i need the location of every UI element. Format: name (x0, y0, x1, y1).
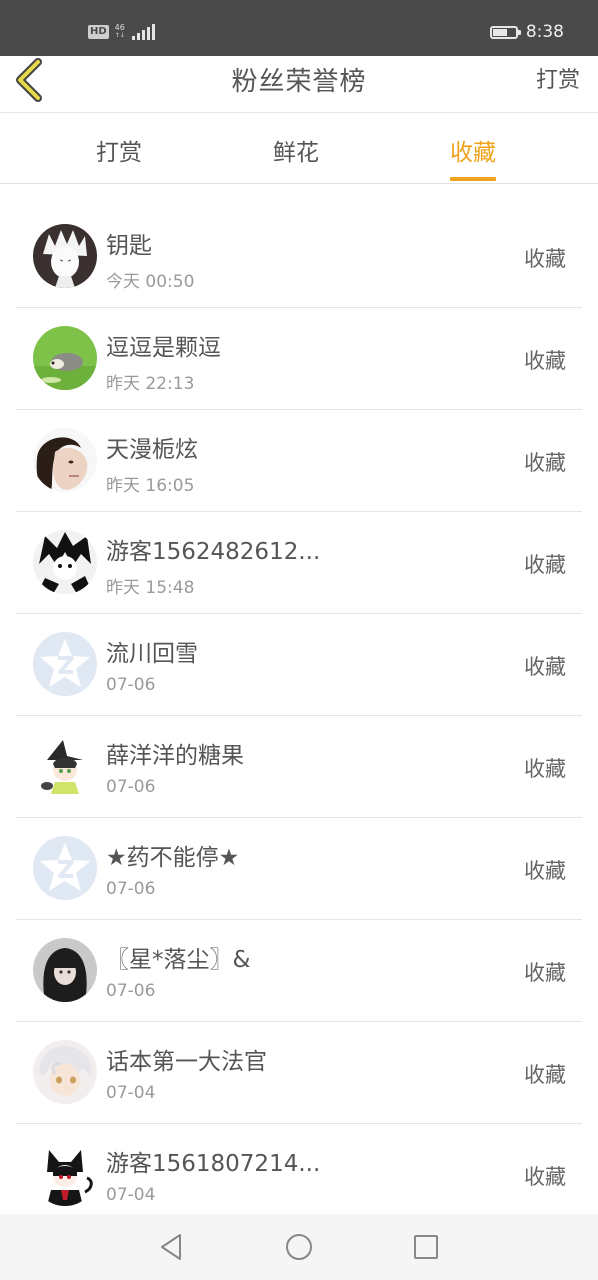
chibi-witch-avatar-icon (33, 734, 97, 798)
timestamp: 今天 00:50 (106, 272, 195, 292)
user-name: 〖星*落尘〗& (106, 947, 251, 973)
avatar (33, 224, 97, 288)
battery-level (492, 28, 507, 36)
user-name: 话本第一大法官 (106, 1049, 267, 1075)
user-name: 天漫栀炫 (106, 437, 198, 463)
timestamp: 昨天 22:13 (106, 374, 195, 394)
page-title: 粉丝荣誉榜 (231, 67, 367, 97)
action-type: 收藏 (524, 247, 566, 271)
action-type: 收藏 (524, 349, 566, 373)
clock: 8:38 (525, 22, 564, 42)
list-item[interactable]: 逗逗是颗逗 昨天 22:13 收藏 (16, 308, 582, 410)
timestamp: 07-04 (106, 1083, 156, 1103)
user-name: 逗逗是颗逗 (106, 335, 221, 361)
list-item[interactable]: 天漫栀炫 昨天 16:05 收藏 (16, 410, 582, 512)
default-qq-avatar-icon (33, 836, 97, 900)
timestamp: 07-04 (106, 1185, 156, 1205)
tab-favorites[interactable]: 收藏 (450, 133, 496, 181)
battery-icon (489, 25, 521, 39)
status-left: HD 46 ↑↓ (88, 24, 155, 40)
avatar (33, 428, 97, 492)
avatar (33, 1040, 97, 1104)
tab-label: 收藏 (450, 140, 496, 166)
timestamp: 昨天 16:05 (106, 476, 195, 496)
avatar (33, 530, 97, 594)
network-type: 46 (114, 23, 125, 32)
tab-reward[interactable]: 打赏 (96, 133, 142, 167)
reward-action-button[interactable]: 打赏 (536, 62, 580, 94)
nav-recents-button[interactable] (411, 1232, 441, 1262)
tab-flowers[interactable]: 鲜花 (273, 133, 319, 167)
tab-label: 打赏 (96, 140, 142, 166)
nav-back-icon (161, 1234, 181, 1260)
action-type: 收藏 (524, 1165, 566, 1189)
avatar (33, 326, 97, 390)
hd-icon: HD (88, 25, 109, 39)
status-right: 8:38 (489, 22, 564, 42)
hedgehog-on-grass-avatar-icon (33, 326, 97, 390)
list-item[interactable]: 〖星*落尘〗& 07-06 收藏 (16, 920, 582, 1022)
action-type: 收藏 (524, 655, 566, 679)
action-type: 收藏 (524, 553, 566, 577)
list-item[interactable]: 游客1561807214... 07-04 收藏 (16, 1124, 582, 1226)
avatar (33, 1142, 97, 1206)
signal-icon (131, 24, 155, 40)
user-name: 游客1562482612... (106, 539, 321, 565)
nav-home-button[interactable] (284, 1232, 314, 1262)
user-name: 流川回雪 (106, 641, 198, 667)
timestamp: 07-06 (106, 879, 156, 899)
list-item[interactable]: 薛洋洋的糖果 07-06 收藏 (16, 716, 582, 818)
nav-back-button[interactable] (156, 1232, 186, 1262)
nav-home-icon (286, 1234, 312, 1260)
fan-list: 钥匙 今天 00:50 收藏 逗逗是颗逗 昨天 22:13 收藏 天漫栀炫 昨天… (0, 206, 598, 1226)
list-item[interactable]: 游客1562482612... 昨天 15:48 收藏 (16, 512, 582, 614)
title-bar: 粉丝荣誉榜 打赏 (0, 56, 598, 113)
avatar (33, 632, 97, 696)
white-hair-boy-avatar-icon (33, 1040, 97, 1104)
avatar (33, 734, 97, 798)
active-tab-indicator (450, 177, 496, 181)
list-item[interactable]: 钥匙 今天 00:50 收藏 (16, 206, 582, 308)
system-nav-bar (0, 1214, 598, 1280)
manga-boy-avatar-icon (33, 530, 97, 594)
network-activity: ↑↓ (114, 32, 125, 39)
tab-bar: 打赏 鲜花 收藏 (0, 113, 598, 184)
timestamp: 07-06 (106, 777, 156, 797)
list-item[interactable]: ★药不能停★ 07-06 收藏 (16, 818, 582, 920)
avatar (33, 836, 97, 900)
user-name: 钥匙 (106, 233, 152, 259)
nav-recents-icon (414, 1235, 438, 1259)
woman-portrait-avatar-icon (33, 428, 97, 492)
network-type-icon: 46 ↑↓ (115, 24, 125, 40)
action-type: 收藏 (524, 961, 566, 985)
list-item[interactable]: 流川回雪 07-06 收藏 (16, 614, 582, 716)
dark-hair-girl-avatar-icon (33, 938, 97, 1002)
user-name: 游客1561807214... (106, 1151, 321, 1177)
list-item[interactable]: 话本第一大法官 07-04 收藏 (16, 1022, 582, 1124)
user-name: ★药不能停★ (106, 845, 240, 871)
timestamp: 07-06 (106, 981, 156, 1001)
avatar (33, 938, 97, 1002)
anime-boy-avatar-icon (33, 224, 97, 288)
user-name: 薛洋洋的糖果 (106, 743, 244, 769)
status-bar: HD 46 ↑↓ 8:38 (0, 0, 598, 56)
timestamp: 昨天 15:48 (106, 578, 195, 598)
action-type: 收藏 (524, 451, 566, 475)
default-qq-avatar-icon (33, 632, 97, 696)
action-type: 收藏 (524, 757, 566, 781)
action-type: 收藏 (524, 859, 566, 883)
timestamp: 07-06 (106, 675, 156, 695)
black-cat-girl-avatar-icon (33, 1142, 97, 1206)
tab-label: 鲜花 (273, 140, 319, 166)
action-type: 收藏 (524, 1063, 566, 1087)
